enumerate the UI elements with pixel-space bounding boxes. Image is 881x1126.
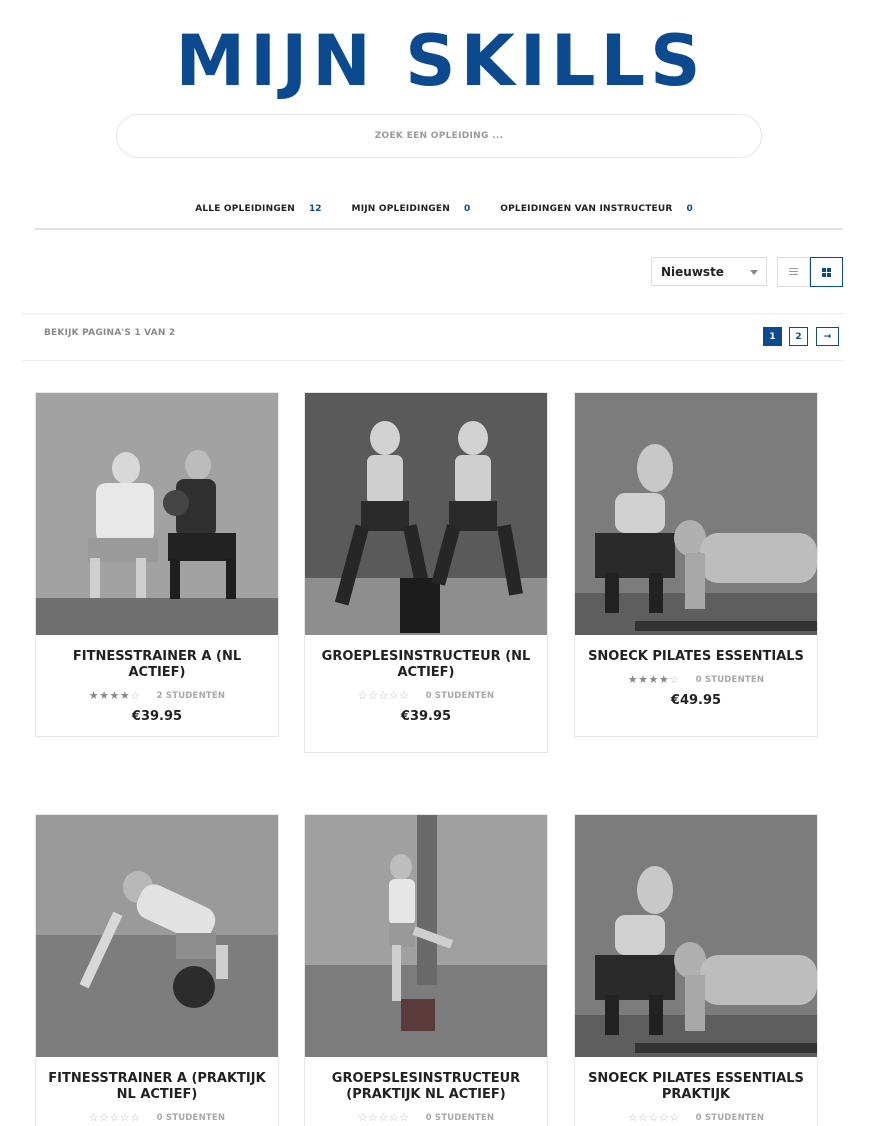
course-title[interactable]: GROEPLESINSTRUCTEUR (NL ACTIEF) (315, 649, 537, 681)
course-meta: ☆☆☆☆☆ 0 STUDENTEN (36, 1108, 278, 1126)
next-page-button[interactable]: → (816, 327, 839, 346)
course-title[interactable]: GROEPSLESINSTRUCTEUR (PRAKTIJK NL ACTIEF… (315, 1071, 537, 1103)
tab-my-courses[interactable]: MIJN OPLEIDINGEN 0 (352, 196, 471, 222)
grid-icon (822, 267, 831, 277)
student-count: 0 STUDENTEN (695, 1113, 765, 1123)
page-2-button[interactable]: 2 (789, 327, 808, 346)
course-thumbnail[interactable] (575, 815, 817, 1057)
rating-stars-icon: ☆☆☆☆☆ (88, 1111, 141, 1124)
course-meta: ★★★★☆ 0 STUDENTEN (575, 670, 817, 690)
course-card[interactable]: SNOECK PILATES ESSENTIALS ★★★★☆ 0 STUDEN… (574, 392, 818, 737)
course-price: €39.95 (131, 709, 183, 724)
student-count: 0 STUDENTEN (695, 675, 765, 685)
course-price: €39.95 (400, 709, 452, 724)
course-title[interactable]: SNOECK PILATES ESSENTIALS PRAKTIJK (585, 1071, 807, 1103)
tab-label: OPLEIDINGEN VAN INSTRUCTEUR (500, 204, 673, 214)
pagination-summary: BEKIJK PAGINA'S 1 VAN 2 (44, 328, 176, 338)
search-bar[interactable] (116, 114, 762, 158)
tab-label: MIJN OPLEIDINGEN (351, 204, 450, 214)
grid-view-button[interactable] (810, 257, 843, 287)
student-count: 0 STUDENTEN (156, 1113, 226, 1123)
course-card[interactable]: SNOECK PILATES ESSENTIALS PRAKTIJK ☆☆☆☆☆… (574, 814, 818, 1126)
student-count: 0 STUDENTEN (425, 1113, 495, 1123)
course-title[interactable]: FITNESSTRAINER A (PRAKTIJK NL ACTIEF) (46, 1071, 268, 1103)
rating-stars-icon: ★★★★☆ (627, 673, 680, 686)
course-card[interactable]: FITNESSTRAINER A (NL ACTIEF) ★★★★☆ 2 STU… (35, 392, 279, 737)
student-count: 2 STUDENTEN (156, 691, 226, 701)
site-logo[interactable]: MIJN SKILLS (0, 20, 881, 102)
course-tabs: ALLE OPLEIDINGEN 12 MIJN OPLEIDINGEN 0 O… (35, 196, 843, 230)
course-thumbnail[interactable] (36, 393, 278, 635)
course-thumbnail[interactable] (36, 815, 278, 1057)
chevron-down-icon (750, 270, 758, 275)
course-title[interactable]: SNOECK PILATES ESSENTIALS (585, 649, 807, 665)
tab-all-courses[interactable]: ALLE OPLEIDINGEN 12 (195, 196, 321, 222)
course-price: €49.95 (670, 693, 722, 708)
course-card[interactable]: FITNESSTRAINER A (PRAKTIJK NL ACTIEF) ☆☆… (35, 814, 279, 1126)
course-meta: ☆☆☆☆☆ 0 STUDENTEN (575, 1108, 817, 1126)
list-icon (789, 268, 798, 276)
course-thumbnail[interactable] (305, 815, 547, 1057)
course-meta: ★★★★☆ 2 STUDENTEN (36, 686, 278, 706)
rating-stars-icon: ☆☆☆☆☆ (357, 1111, 410, 1124)
search-input[interactable] (117, 130, 761, 142)
tab-label: ALLE OPLEIDINGEN (195, 204, 296, 214)
tab-instructor-courses[interactable]: OPLEIDINGEN VAN INSTRUCTEUR 0 (500, 196, 693, 222)
rating-stars-icon: ☆☆☆☆☆ (627, 1111, 680, 1124)
student-count: 0 STUDENTEN (425, 691, 495, 701)
rating-stars-icon: ☆☆☆☆☆ (357, 689, 410, 702)
page-1-button[interactable]: 1 (763, 327, 782, 346)
course-meta: ☆☆☆☆☆ 0 STUDENTEN (305, 1108, 547, 1126)
course-title[interactable]: FITNESSTRAINER A (NL ACTIEF) (46, 649, 268, 681)
rating-stars-icon: ★★★★☆ (88, 689, 141, 702)
pagination-bar: BEKIJK PAGINA'S 1 VAN 2 1 2 → (22, 313, 844, 361)
page: MIJN SKILLS ALLE OPLEIDINGEN 12 MIJN OPL… (0, 0, 881, 1126)
course-thumbnail[interactable] (575, 393, 817, 635)
tab-count: 0 (686, 204, 693, 214)
course-card[interactable]: GROEPSLESINSTRUCTEUR (PRAKTIJK NL ACTIEF… (304, 814, 548, 1126)
sort-select[interactable]: Nieuwste (651, 257, 767, 286)
list-view-button[interactable] (777, 257, 810, 287)
tab-count: 0 (463, 204, 471, 214)
sort-selected-value: Nieuwste (661, 264, 724, 279)
course-thumbnail[interactable] (305, 393, 547, 635)
tab-count: 12 (309, 204, 322, 214)
course-card[interactable]: GROEPLESINSTRUCTEUR (NL ACTIEF) ☆☆☆☆☆ 0 … (304, 392, 548, 753)
course-meta: ☆☆☆☆☆ 0 STUDENTEN (305, 686, 547, 706)
